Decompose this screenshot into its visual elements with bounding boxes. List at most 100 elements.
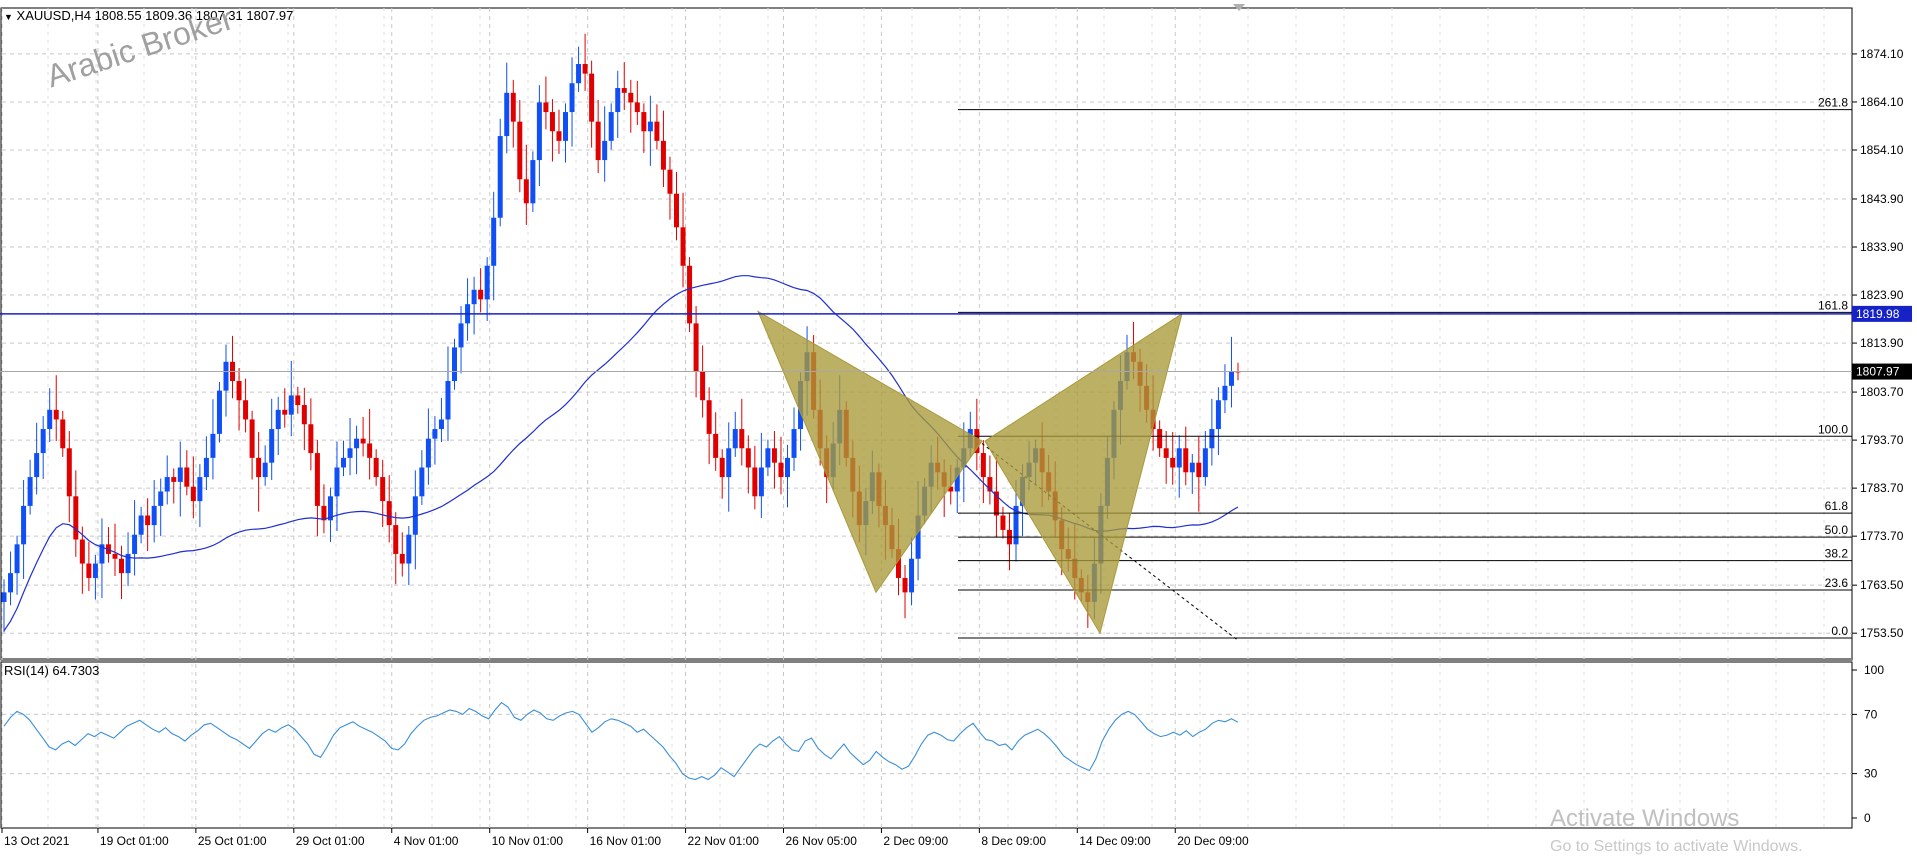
y-tick-label: 1854.10 [1860, 143, 1904, 157]
candle-body [1157, 429, 1163, 449]
candle-body [504, 92, 510, 137]
candle-body [719, 457, 725, 478]
candle-body [341, 457, 347, 468]
candle-body [589, 73, 595, 122]
candle-body [452, 347, 458, 382]
candle-body [752, 467, 758, 497]
activation-subtitle: Go to Settings to activate Windows. [1550, 838, 1803, 855]
candle-body [1228, 371, 1234, 386]
candle-body [256, 457, 262, 478]
candle-body [667, 169, 673, 194]
x-tick-label: 25 Oct 01:00 [198, 834, 267, 848]
candle-body [66, 448, 72, 497]
y-tick-label: 1843.90 [1860, 192, 1904, 206]
candle-body [282, 409, 288, 415]
candle-body [86, 563, 92, 578]
candle-body [758, 467, 764, 497]
candle-body [40, 429, 46, 454]
candle-body [380, 477, 386, 502]
y-tick-label: 1833.90 [1860, 240, 1904, 254]
x-tick-label: 8 Dec 09:00 [981, 834, 1046, 848]
candle-body [602, 140, 608, 161]
x-tick-label: 29 Oct 01:00 [296, 834, 365, 848]
candle-body [745, 448, 751, 468]
x-tick-label: 20 Dec 09:00 [1177, 834, 1249, 848]
candle-body [275, 409, 281, 430]
candle-body [680, 227, 686, 266]
rsi-tick-label: 100 [1864, 663, 1884, 677]
candle-body [210, 433, 216, 458]
candle-body [791, 429, 797, 458]
rsi-tick-label: 30 [1864, 767, 1878, 781]
candle-body [1163, 448, 1169, 458]
candle-body [386, 501, 392, 526]
candle-body [354, 438, 360, 449]
candle-body [523, 179, 529, 204]
candle-body [608, 112, 614, 141]
fib-level-label: 61.8 [1825, 499, 1849, 513]
candle-body [478, 289, 484, 300]
candle-body [269, 429, 275, 463]
candle-body [288, 395, 294, 415]
candle-body [203, 457, 209, 478]
candle-body [1222, 385, 1228, 401]
y-tick-label: 1793.70 [1860, 433, 1904, 447]
y-tick-label: 1753.50 [1860, 626, 1904, 640]
x-tick-label: 2 Dec 09:00 [883, 834, 948, 848]
candle-body [1202, 448, 1208, 478]
candle-body [132, 534, 138, 554]
candle-body [308, 424, 314, 454]
candle-body [445, 381, 451, 420]
candle-body [158, 491, 164, 506]
candle-body [60, 419, 66, 449]
y-tick-label: 1773.70 [1860, 529, 1904, 543]
candle-body [706, 400, 712, 434]
candle-body [151, 505, 157, 526]
candle-body [373, 457, 379, 478]
candle-body [484, 265, 490, 300]
x-tick-label: 10 Nov 01:00 [492, 834, 564, 848]
candle-body [190, 486, 196, 502]
y-tick-label: 1874.10 [1860, 47, 1904, 61]
candle-body [112, 553, 118, 559]
candle-body [1209, 429, 1215, 449]
candle-body [14, 544, 20, 574]
candle-body [497, 136, 503, 218]
candle-body [510, 92, 516, 122]
candle-body [432, 429, 438, 439]
main-panel-frame [0, 7, 1853, 661]
main-chart-svg[interactable]: 1874.10 1864.10 1854.10 1843.90 1833.90 1823.… [0, 0, 1917, 860]
candle-body [1183, 448, 1189, 473]
x-tick-label: 13 Oct 2021 [4, 834, 70, 848]
candle-body [1215, 400, 1221, 430]
symbol-info: XAUUSD,H4 1808.55 1809.36 1807.31 1807.9… [16, 8, 294, 23]
candle-body [536, 102, 542, 161]
y-tick-label: 1864.10 [1860, 95, 1904, 109]
candle-body [543, 102, 549, 113]
candle-body [654, 121, 660, 141]
rsi-tick-label: 70 [1864, 707, 1878, 721]
level-price-label: 1819.98 [1856, 307, 1900, 321]
candle-body [739, 429, 745, 449]
candle-body [732, 429, 738, 449]
candle-body [641, 112, 647, 132]
candle-body [438, 419, 444, 430]
candle-body [399, 553, 405, 564]
candle-body [556, 131, 562, 141]
candle-body [726, 448, 732, 478]
chart-header: ▼ XAUUSD,H4 1808.55 1809.36 1807.31 1807… [4, 8, 293, 23]
chart-menu-arrow-icon[interactable]: ▼ [4, 12, 13, 22]
candle-body [1000, 515, 1006, 530]
candle-body [491, 217, 497, 266]
candle-body [47, 409, 53, 430]
candle-body [236, 381, 242, 401]
rsi-panel-frame [0, 661, 1853, 829]
candle-body [164, 477, 170, 492]
candle-body [771, 448, 777, 463]
candle-body [700, 371, 706, 401]
candle-body [138, 515, 144, 535]
candle-body [262, 462, 268, 478]
candle-body [595, 121, 601, 161]
x-tick-label: 22 Nov 01:00 [688, 834, 760, 848]
candle-body [1170, 457, 1176, 468]
